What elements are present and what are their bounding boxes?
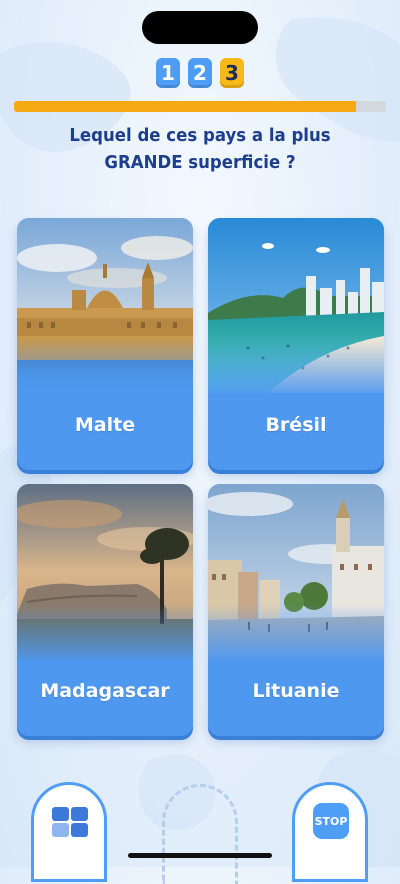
answer-card-bresil[interactable]: Brésil — [208, 218, 384, 470]
answer-card-madagascar[interactable]: Madagascar — [17, 484, 193, 736]
step-2-badge: 2 — [188, 58, 212, 88]
step-1-badge: 1 — [156, 58, 180, 88]
step-3-badge: 3 — [220, 58, 244, 88]
answer-label: Brésil — [265, 414, 327, 436]
progress-bar — [14, 101, 386, 112]
answer-label: Malte — [74, 414, 136, 436]
grid-icon — [52, 807, 88, 839]
menu-button[interactable] — [31, 782, 107, 882]
stop-button-frame: STOP — [292, 782, 368, 882]
answer-card-lituanie[interactable]: Lituanie — [208, 484, 384, 736]
home-indicator — [128, 853, 272, 858]
stop-button[interactable]: STOP — [313, 803, 349, 839]
answer-card-malte[interactable]: Malte — [17, 218, 193, 470]
progress-bar-fill — [14, 101, 357, 112]
camera-notch — [142, 11, 258, 44]
question-text: Lequel de ces pays a la plus GRANDE supe… — [69, 125, 331, 173]
answer-label: Madagascar — [40, 680, 170, 702]
answer-label: Lituanie — [252, 680, 340, 702]
empty-slot-placeholder — [162, 784, 238, 884]
step-indicator: 1 2 3 — [0, 58, 400, 88]
